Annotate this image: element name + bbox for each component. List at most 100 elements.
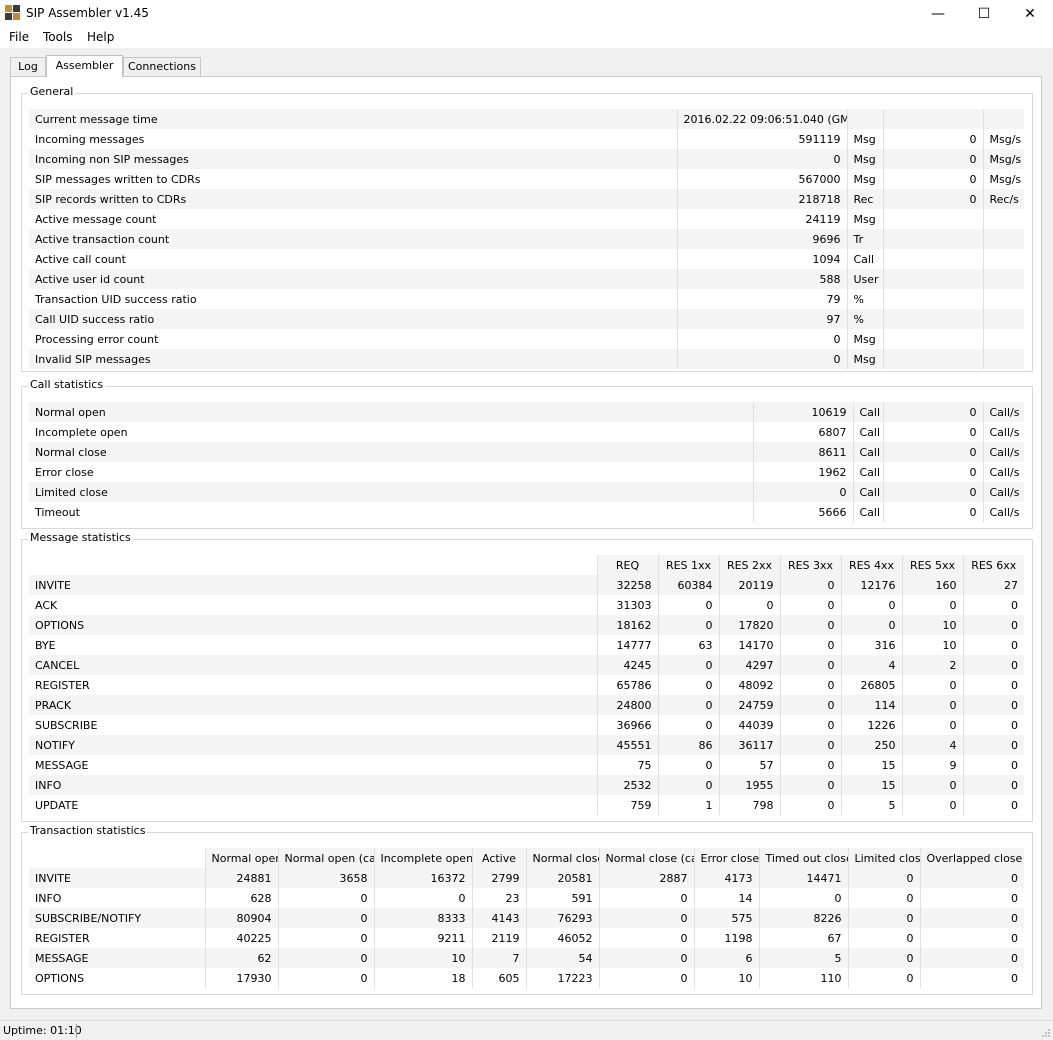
transaction-statistics-title: Transaction statistics — [28, 824, 148, 837]
maximize-button[interactable]: ☐ — [961, 0, 1007, 28]
row-rate-unit — [982, 109, 1024, 129]
row-cell: 12176 — [840, 575, 902, 595]
tab-connections[interactable]: Connections — [123, 57, 201, 76]
row-value: 591119 — [676, 129, 847, 149]
row-unit: Tr — [846, 229, 883, 249]
row-label: OPTIONS — [29, 968, 205, 988]
row-unit: Call — [852, 482, 883, 502]
call-statistics-title: Call statistics — [28, 378, 106, 391]
transaction-statistics-group: Transaction statistics Normal open Normal… — [21, 824, 1033, 995]
row-cell: 17223 — [525, 968, 599, 988]
column-header: RES 6xx — [962, 555, 1024, 575]
general-title: General — [28, 85, 76, 98]
row-rate: 0 — [882, 502, 983, 522]
general-table: Current message time 2016.02.22 09:06:51.… — [29, 109, 1024, 369]
menu-file[interactable]: File — [9, 30, 29, 44]
transaction-statistics-row: OPTIONS 17930 0 18 605 17223 0 10 110 0 0 — [29, 968, 1024, 988]
row-cell: 0 — [779, 775, 841, 795]
row-label: MESSAGE — [29, 948, 205, 968]
row-cell: 4173 — [693, 868, 759, 888]
row-cell: 0 — [847, 968, 920, 988]
row-rate — [882, 349, 983, 369]
column-header: RES 5xx — [901, 555, 963, 575]
row-cell: 4 — [901, 735, 963, 755]
row-cell: 0 — [901, 595, 963, 615]
message-statistics-row: OPTIONS 18162 0 17820 0 0 10 0 — [29, 615, 1024, 635]
row-cell: 0 — [277, 908, 374, 928]
row-unit: Msg — [846, 329, 883, 349]
row-value: 2016.02.22 09:06:51.040 (GMT) — [676, 109, 847, 129]
close-button[interactable]: ✕ — [1007, 0, 1053, 28]
row-label: Timeout — [29, 502, 753, 522]
row-unit: Msg — [846, 209, 883, 229]
row-label: SUBSCRIBE/NOTIFY — [29, 908, 205, 928]
row-cell: 0 — [962, 795, 1024, 815]
row-cell: 18 — [373, 968, 472, 988]
resize-grip-icon[interactable] — [1041, 1028, 1051, 1038]
message-statistics-row: INVITE 32258 60384 20119 0 12176 160 27 — [29, 575, 1024, 595]
menu-tools[interactable]: Tools — [43, 30, 73, 44]
row-cell: 2532 — [596, 775, 658, 795]
row-label: Limited close — [29, 482, 753, 502]
row-cell: 5 — [758, 948, 848, 968]
row-cell: 160 — [901, 575, 963, 595]
row-cell: 0 — [598, 968, 694, 988]
row-cell: 54 — [525, 948, 599, 968]
row-rate: 0 — [882, 189, 983, 209]
app-icon — [5, 5, 20, 20]
tab-log[interactable]: Log — [10, 57, 46, 76]
row-label: REGISTER — [29, 928, 205, 948]
row-label: PRACK — [29, 695, 597, 715]
general-row: SIP messages written to CDRs 567000 Msg 0 Ms… — [29, 169, 1024, 189]
column-header: Normal close (call) — [598, 848, 694, 868]
row-label: Normal close — [29, 442, 753, 462]
row-cell: 8333 — [373, 908, 472, 928]
row-cell: 4245 — [596, 655, 658, 675]
row-value: 24119 — [676, 209, 847, 229]
row-cell: 0 — [657, 675, 719, 695]
column-header: Timed out close — [758, 848, 848, 868]
assembler-panel: General Current message time 2016.02.22 0… — [10, 76, 1042, 1009]
row-cell: 23 — [471, 888, 526, 908]
row-unit: % — [846, 309, 883, 329]
minimize-button[interactable]: — — [915, 0, 961, 28]
close-icon: ✕ — [1024, 6, 1036, 22]
row-cell: 10 — [373, 948, 472, 968]
row-rate-unit: Call/s — [982, 402, 1024, 422]
row-value: 0 — [676, 329, 847, 349]
row-cell: 0 — [901, 695, 963, 715]
row-cell: 45551 — [596, 735, 658, 755]
row-label: REGISTER — [29, 675, 597, 695]
row-cell: 10 — [901, 635, 963, 655]
row-rate-unit: Rec/s — [982, 189, 1024, 209]
row-cell: 0 — [962, 775, 1024, 795]
row-rate-unit — [982, 209, 1024, 229]
column-header: RES 1xx — [657, 555, 719, 575]
row-cell: 0 — [962, 595, 1024, 615]
column-header: RES 3xx — [779, 555, 841, 575]
transaction-statistics-table: Normal openNormal open (call)Incomplete … — [29, 848, 1024, 988]
column-header: Normal close — [525, 848, 599, 868]
row-cell: 10 — [693, 968, 759, 988]
row-unit: Msg — [846, 129, 883, 149]
message-statistics-group: Message statistics REQ RES 1xx RES 2xx RES … — [21, 531, 1033, 822]
row-cell: 0 — [901, 675, 963, 695]
row-cell: 0 — [919, 948, 1024, 968]
call-statistics-row: Timeout 5666 Call 0 Call/s — [29, 502, 1024, 522]
row-cell: 65786 — [596, 675, 658, 695]
general-row: Current message time 2016.02.22 09:06:51.… — [29, 109, 1024, 129]
call-statistics-row: Normal close 8611 Call 0 Call/s — [29, 442, 1024, 462]
transaction-statistics-row: REGISTER 40225 0 9211 2119 46052 0 1198 67 0 0 — [29, 928, 1024, 948]
row-cell: 24759 — [718, 695, 780, 715]
menu-help[interactable]: Help — [87, 30, 114, 44]
row-cell: 0 — [919, 888, 1024, 908]
row-cell: 20581 — [525, 868, 599, 888]
transaction-statistics-row: INVITE 24881 3658 16372 2799 20581 2887 4173 144… — [29, 868, 1024, 888]
row-rate-unit: Call/s — [982, 482, 1024, 502]
row-cell: 0 — [657, 715, 719, 735]
row-rate-unit: Call/s — [982, 442, 1024, 462]
row-cell: 26805 — [840, 675, 902, 695]
row-label: ACK — [29, 595, 597, 615]
tab-assembler[interactable]: Assembler — [46, 55, 123, 77]
row-cell: 0 — [277, 968, 374, 988]
